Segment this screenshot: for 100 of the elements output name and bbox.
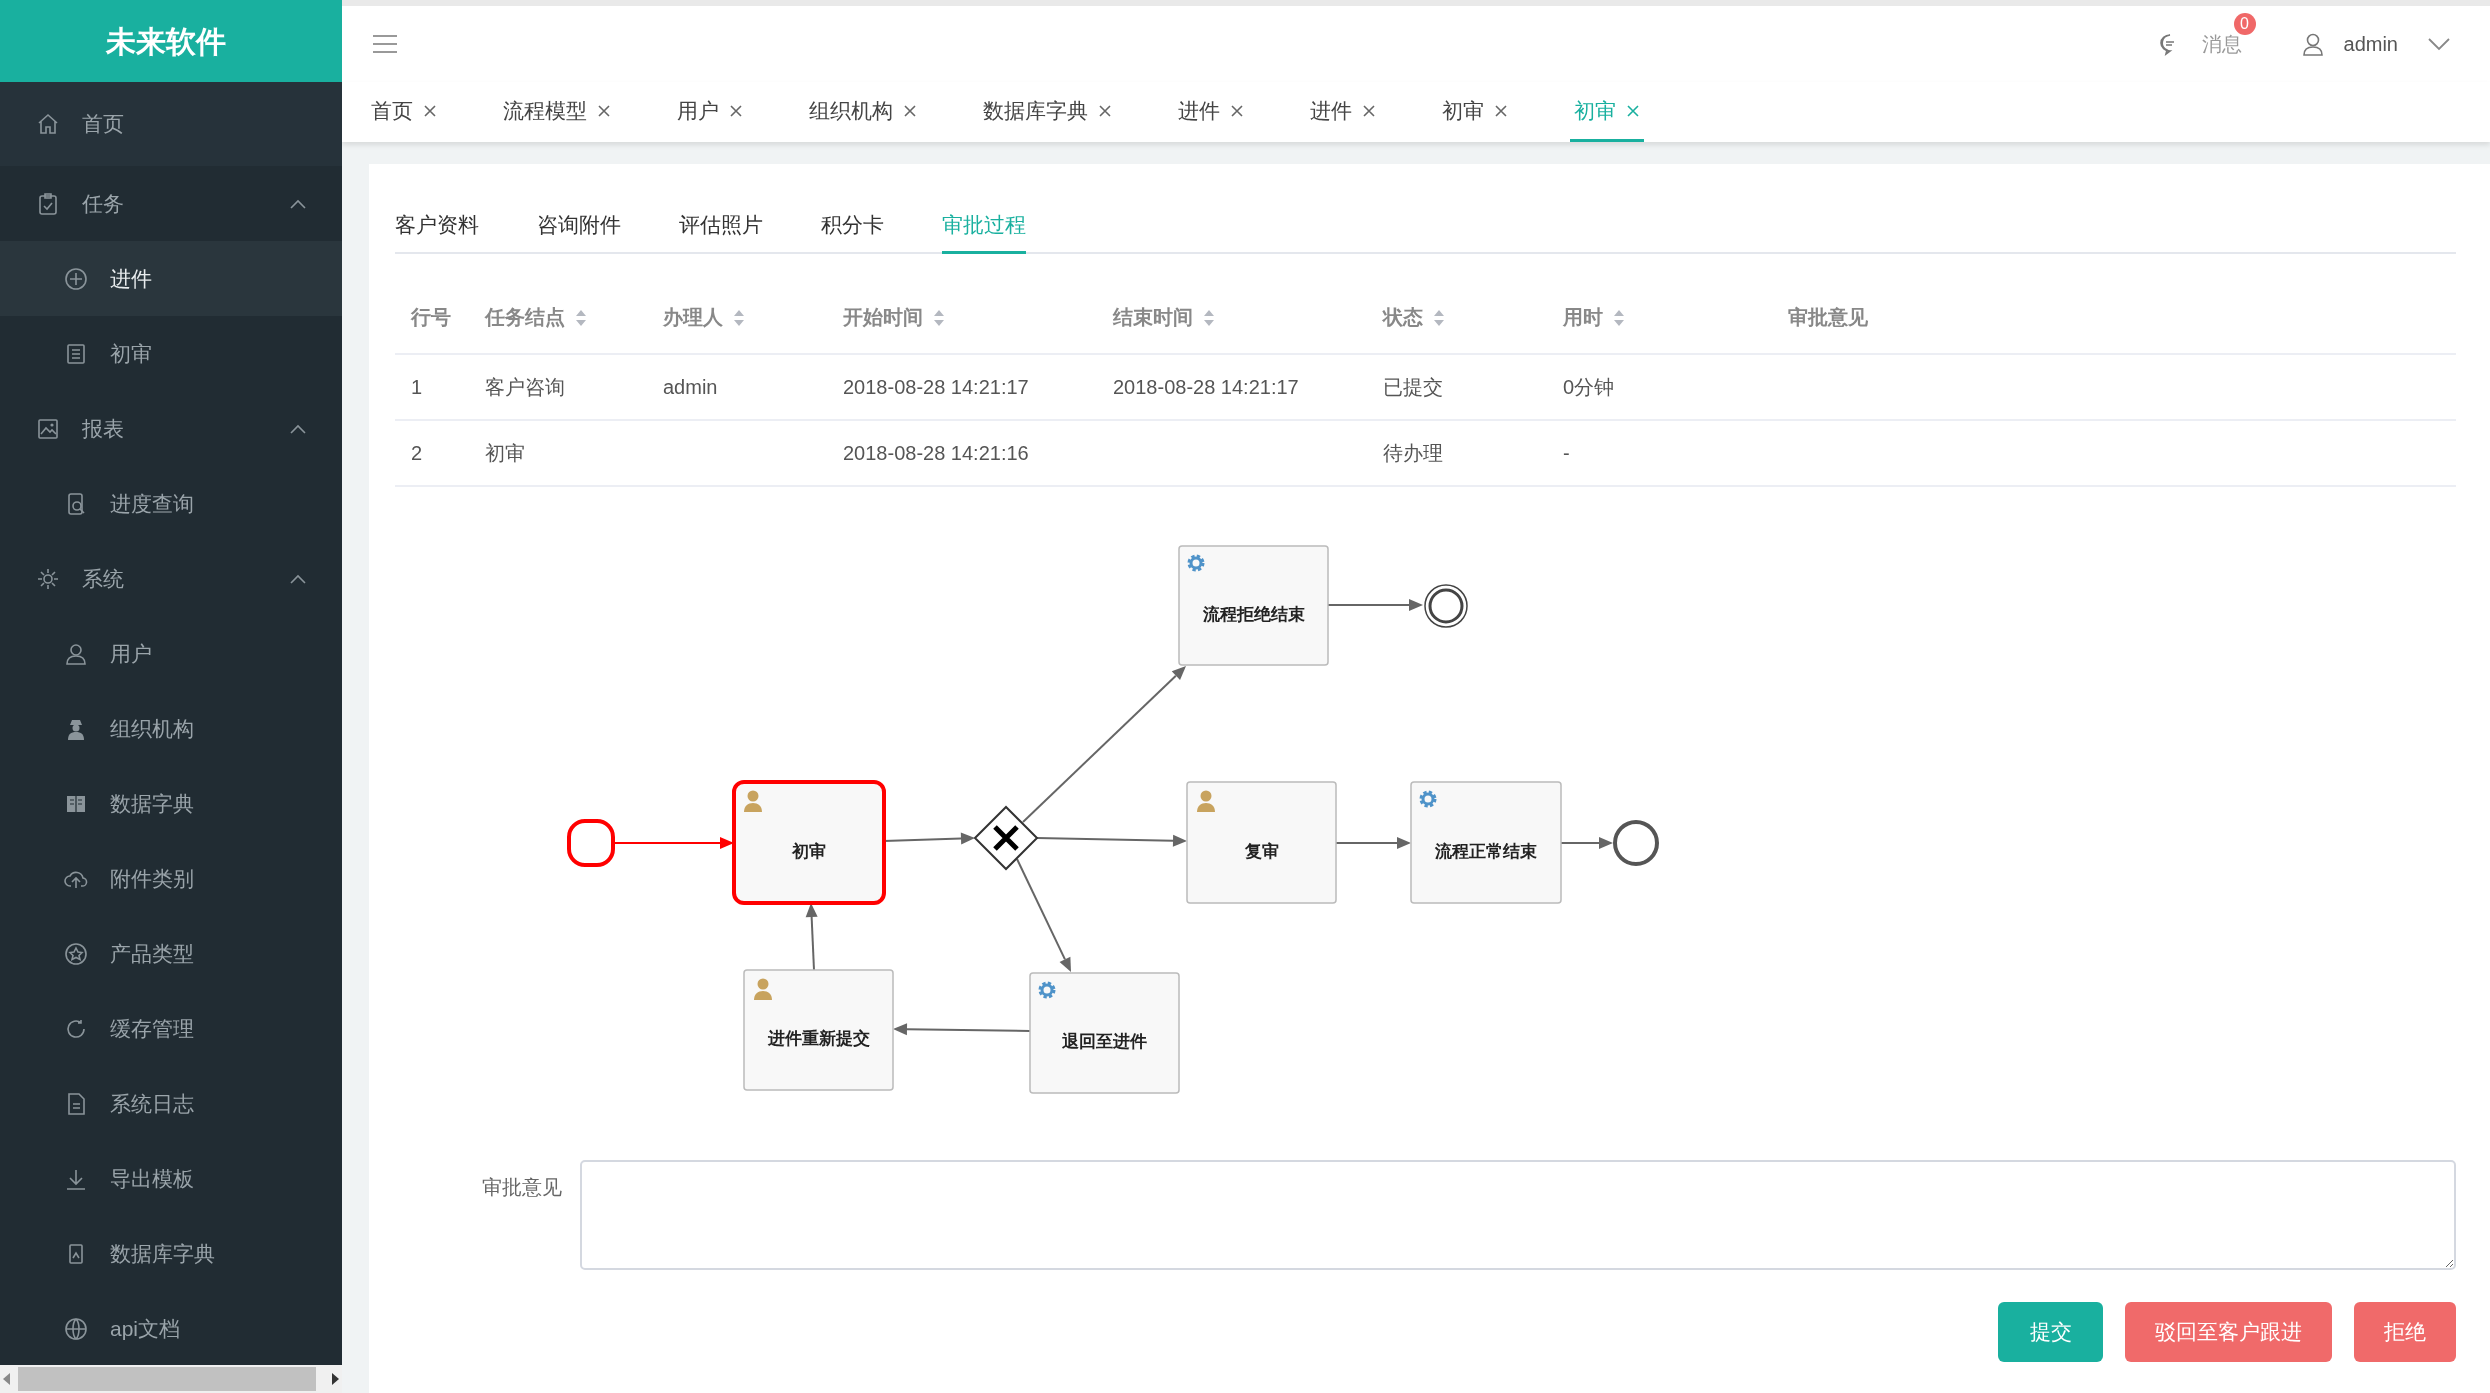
table-cell: 初审 [485,442,525,464]
sidebar-item[interactable]: 数据库字典 [0,1216,342,1291]
chevron-up-icon [290,423,306,434]
home-icon [36,112,60,136]
sidebar-group[interactable]: 系统 [0,541,342,616]
gateway[interactable] [973,805,1039,871]
end-event[interactable] [1424,584,1468,628]
page-tab[interactable]: 初审 [1438,82,1512,142]
table-cell: 2 [411,442,423,464]
column-header: 行号 [411,305,451,328]
globe-icon [64,1316,88,1341]
page-tab[interactable]: 流程模型 [499,82,615,142]
table-cell: admin [663,376,718,398]
task-box[interactable] [743,969,894,1091]
sidebar-item[interactable]: api文档 [0,1291,342,1365]
column-header[interactable]: 状态 [1383,305,1423,328]
task-label: 退回至进件 [1062,1031,1147,1051]
flow-arrow [805,903,818,971]
column-header[interactable]: 任务结点 [485,305,565,328]
close-icon[interactable] [597,103,611,118]
close-icon[interactable] [1098,103,1112,118]
sidebar-item[interactable]: 进度查询 [0,466,342,541]
section-tab[interactable]: 积分卡 [821,198,884,254]
sidebar-group[interactable]: 报表 [0,391,342,466]
user-icon[interactable] [2301,32,2324,56]
table-cell: 1 [411,376,423,398]
table-cell: - [1563,442,1570,464]
section-tab[interactable]: 客户资料 [395,198,479,254]
column-header: 审批意见 [1788,305,1868,328]
sidebar-item[interactable]: 用户 [0,616,342,691]
page-tab[interactable]: 数据库字典 [979,82,1116,142]
close-icon[interactable] [729,103,743,118]
chevron-down-icon[interactable] [2428,37,2450,51]
task-label: 初审 [792,840,826,861]
sidebar-item[interactable]: 首页 [0,82,342,166]
chevron-up-icon [290,573,306,584]
sidebar-item[interactable]: 数据字典 [0,766,342,841]
task-label: 流程正常结束 [1435,840,1537,861]
task-box[interactable] [1029,972,1180,1094]
sidebar-item[interactable]: 缓存管理 [0,991,342,1066]
person-icon [744,790,762,812]
task-label: 进件重新提交 [767,1028,870,1048]
section-tab[interactable]: 咨询附件 [537,198,621,254]
messages-link[interactable]: 消息 [2201,33,2242,55]
person-icon [754,978,772,1000]
end-event[interactable] [1613,820,1659,866]
image-icon [36,416,60,441]
column-header[interactable]: 办理人 [663,305,723,328]
sidebar-item[interactable]: 组织机构 [0,691,342,766]
plus-circle-icon [64,266,88,291]
star-circle-icon [64,941,88,966]
table-cell: 已提交 [1383,376,1443,398]
comment-field[interactable] [580,1160,2456,1270]
page-tab[interactable]: 首页 [367,82,441,142]
table-cell: 2018-08-28 14:21:17 [1113,376,1299,398]
page-tab[interactable]: 用户 [673,82,747,142]
table-cell: 0分钟 [1563,376,1615,398]
sidebar-item[interactable]: 系统日志 [0,1066,342,1141]
task-label: 流程拒绝结束 [1202,603,1305,624]
table-cell: 待办理 [1383,442,1443,464]
table-cell: 2018-08-28 14:21:17 [843,376,1029,398]
person-icon [1197,790,1215,812]
page-tab[interactable]: 进件 [1174,82,1248,142]
table-cell: 2018-08-28 14:21:16 [843,442,1029,464]
sidebar-item[interactable]: 进件 [0,241,342,316]
table-cell: 客户咨询 [485,376,565,398]
task-box[interactable] [1410,781,1562,904]
clipboard-icon [36,191,60,216]
user-name[interactable]: admin [2343,29,2398,59]
action-button[interactable]: 驳回至客户跟进 [2125,1302,2332,1362]
sidebar-item[interactable]: 初审 [0,316,342,391]
page-tab[interactable]: 组织机构 [805,82,921,142]
field-label: 审批意见 [481,1175,562,1200]
task-label: 复审 [1244,840,1279,861]
close-icon[interactable] [423,103,437,118]
user-icon [64,641,88,666]
column-header[interactable]: 开始时间 [843,305,923,328]
list-icon [64,341,88,366]
scrollbar-thumb[interactable] [18,1367,316,1391]
sidebar-item[interactable]: 附件类别 [0,841,342,916]
action-button[interactable]: 拒绝 [2354,1302,2456,1362]
count-badge: 0 [2233,13,2256,35]
sidebar-group[interactable]: 任务 [0,166,342,241]
close-icon[interactable] [1362,103,1376,118]
close-icon[interactable] [903,103,917,118]
sidebar-item[interactable]: 产品类型 [0,916,342,991]
menu-icon[interactable] [372,33,398,55]
page-tab[interactable]: 进件 [1306,82,1380,142]
section-tab[interactable]: 评估照片 [679,198,763,254]
close-icon[interactable] [1626,103,1640,118]
close-icon[interactable] [1230,103,1244,118]
column-header[interactable]: 用时 [1563,305,1603,328]
sidebar-item[interactable]: 导出模板 [0,1141,342,1216]
close-icon[interactable] [1494,103,1508,118]
chevron-up-icon [290,198,306,209]
start-event[interactable] [567,819,615,867]
flow-arrow [1560,837,1613,849]
column-header[interactable]: 结束时间 [1113,305,1193,328]
task-box[interactable] [1178,545,1329,666]
brand-name: 未来软件 [106,23,226,60]
